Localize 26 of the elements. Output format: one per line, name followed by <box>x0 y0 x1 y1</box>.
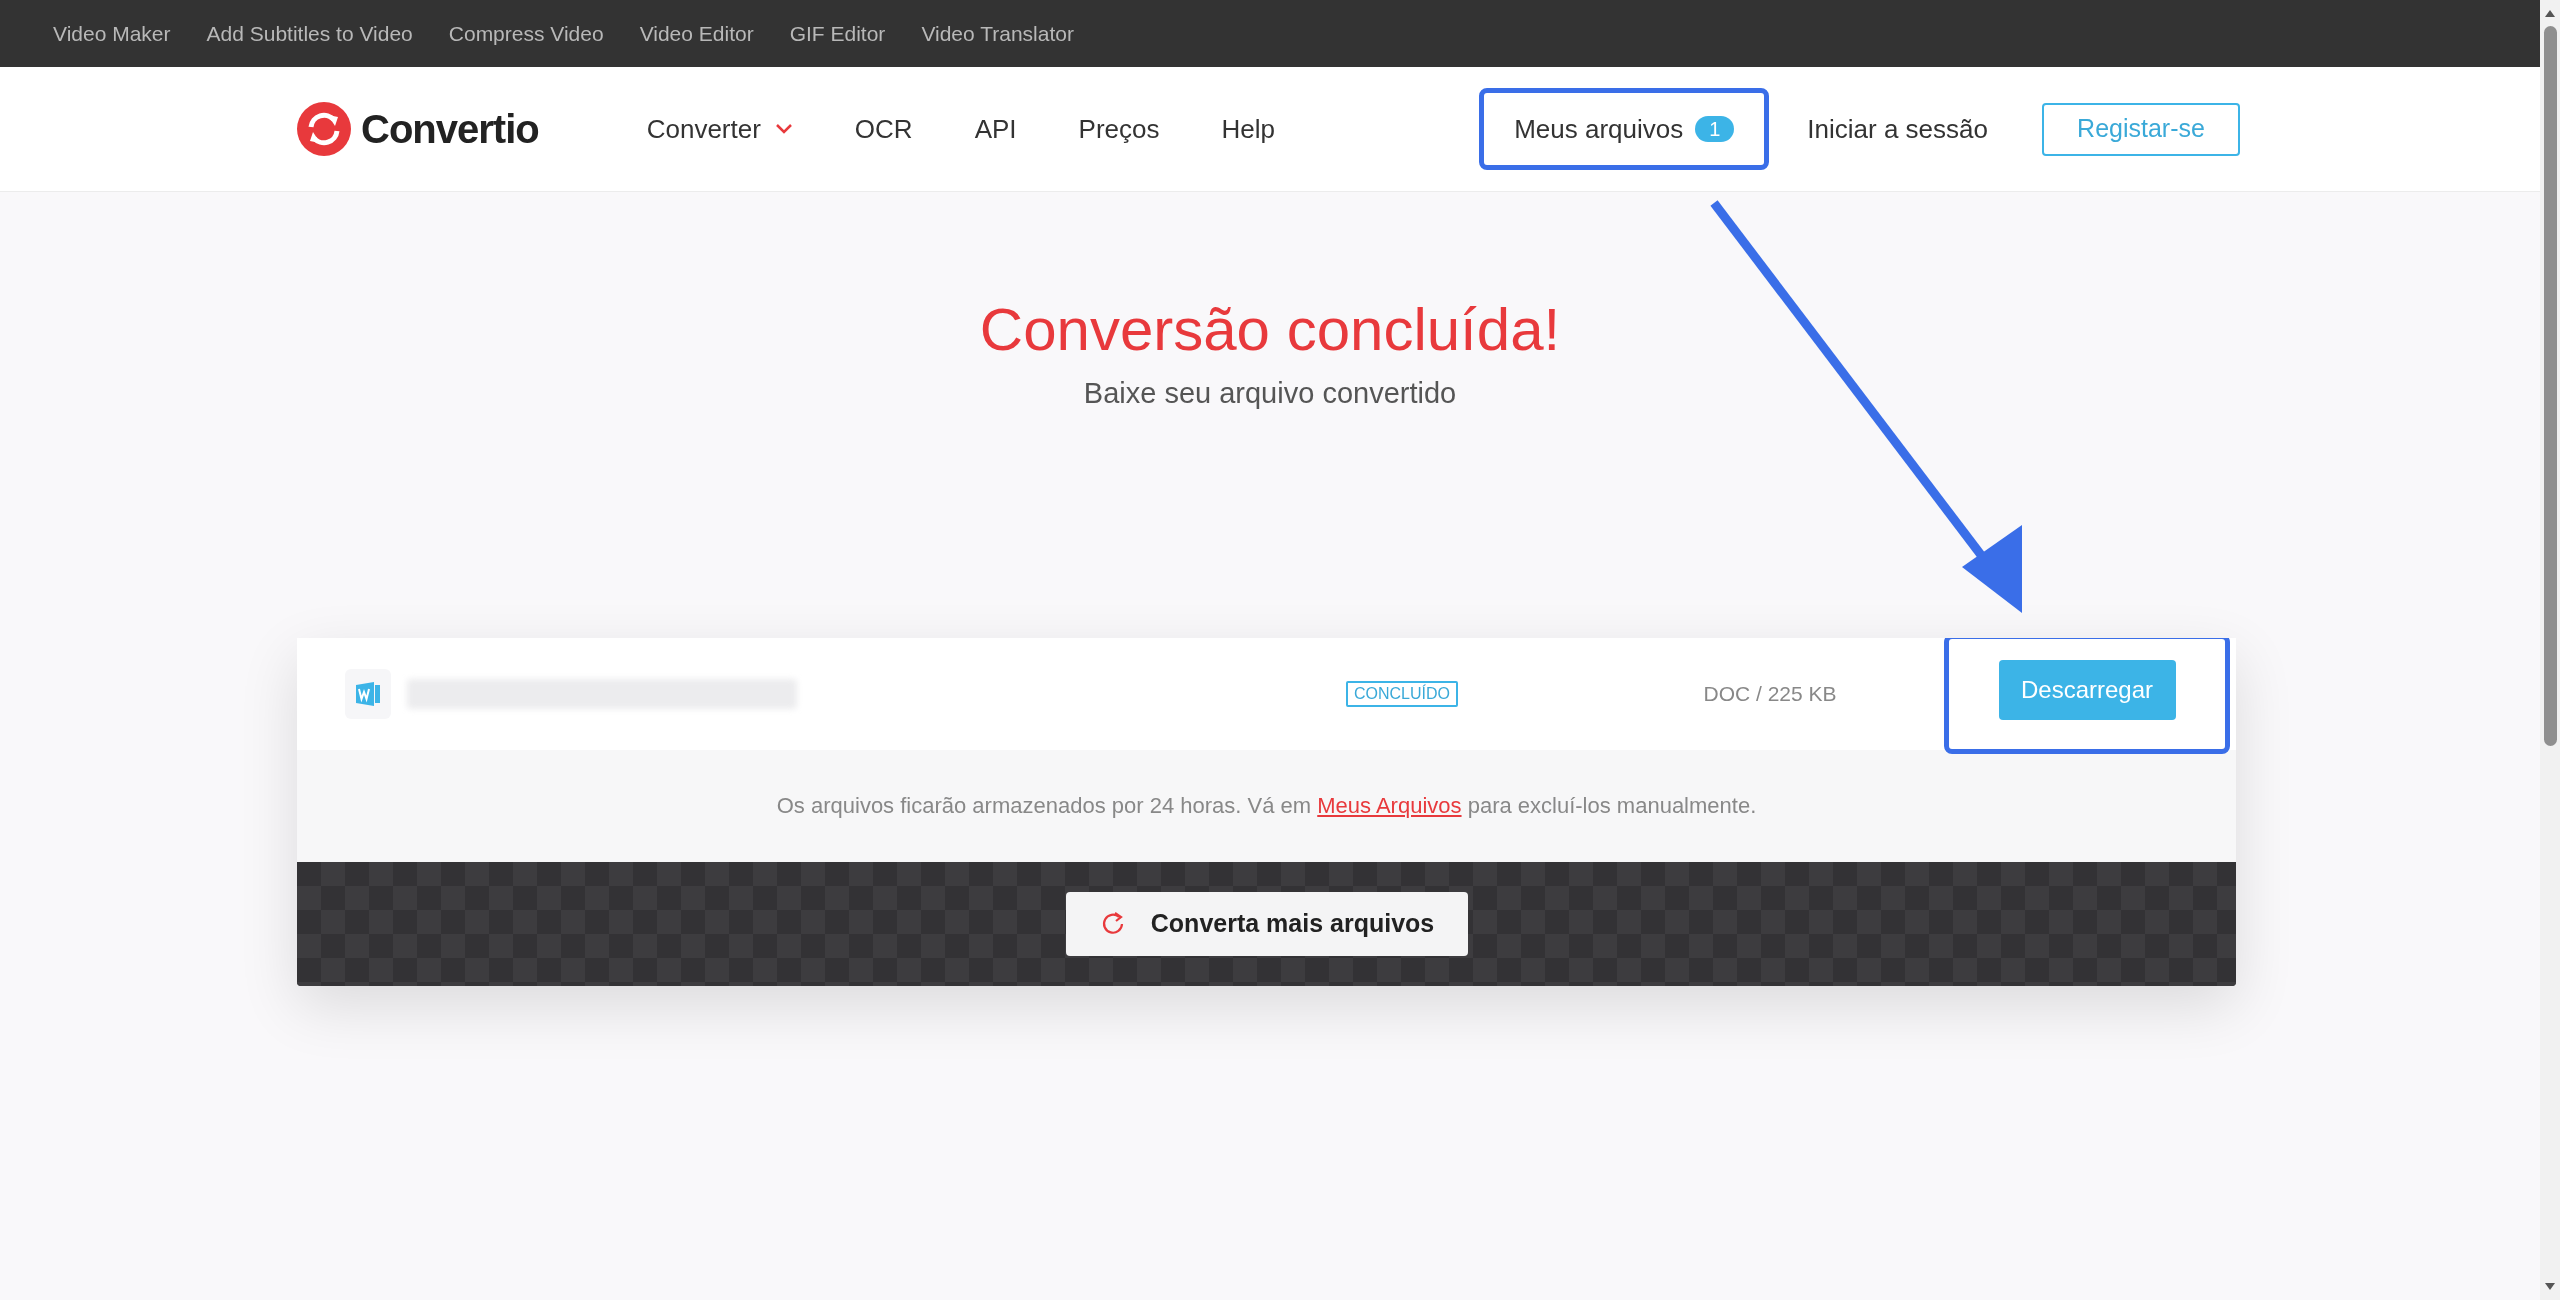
top-bar-link[interactable]: GIF Editor <box>789 17 886 50</box>
nav-link[interactable]: Help <box>1221 109 1275 149</box>
top-bar-link[interactable]: Add Subtitles to Video <box>206 17 413 50</box>
file-info: DOC / 225 KB <box>1702 680 1838 707</box>
logo-text[interactable]: Convertio <box>361 99 539 159</box>
nav-link[interactable]: Preços <box>1078 109 1160 149</box>
nav-link[interactable]: API <box>974 109 1017 149</box>
my-files-link[interactable]: Meus arquivos <box>1514 109 1684 149</box>
file-count-badge: 1 <box>1695 116 1735 142</box>
word-file-icon <box>345 668 391 719</box>
storage-notice: Os arquivos ficarão armazenados por 24 horas. Vá em Meus Arquivos para excluí-los manualmente. <box>776 792 1757 820</box>
top-bar-link[interactable]: Video Maker <box>53 17 171 50</box>
convert-more-button[interactable]: Converta mais arquivos <box>1065 891 1468 956</box>
nav-link[interactable]: Converter <box>646 109 793 149</box>
status-label: CONCLUÍDO <box>1346 680 1458 707</box>
top-bar-link[interactable]: Compress Video <box>448 17 604 50</box>
login-link[interactable]: Iniciar a sessão <box>1807 109 1988 149</box>
nav-link[interactable]: OCR <box>854 109 913 149</box>
top-bar-link[interactable]: Video Translator <box>921 17 1074 50</box>
page-title: Conversão concluída! <box>979 295 1561 365</box>
my-files-link[interactable]: Meus Arquivos <box>1317 793 1462 818</box>
page-subtitle: Baixe seu arquivo convertido <box>1083 376 1457 411</box>
top-bar-link[interactable]: Video Editor <box>639 17 754 50</box>
chevron-down-icon <box>774 123 793 135</box>
logo-icon <box>297 102 351 156</box>
scrollbar-thumb[interactable] <box>2543 26 2557 746</box>
